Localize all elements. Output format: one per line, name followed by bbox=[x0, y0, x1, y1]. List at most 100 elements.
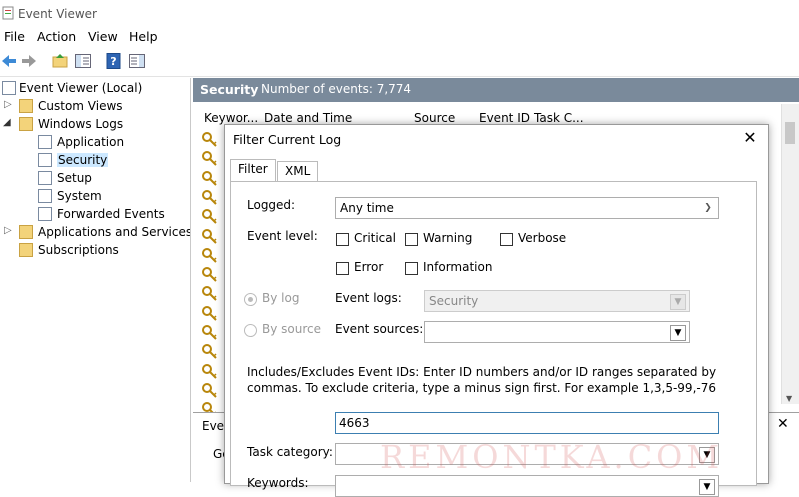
audit-success-key-icon bbox=[201, 247, 221, 263]
column-event-id[interactable]: Event ID bbox=[479, 111, 530, 125]
logged-dropdown[interactable]: Any time ❯ bbox=[335, 197, 719, 219]
event-logs-dropdown[interactable]: Security ▼ bbox=[424, 290, 690, 312]
window-title: Event Viewer bbox=[18, 7, 97, 21]
verbose-label: Verbose bbox=[518, 231, 567, 245]
critical-label: Critical bbox=[354, 231, 396, 245]
watermark: REMONTKA.COM bbox=[380, 438, 724, 476]
menu-file[interactable]: File bbox=[4, 29, 25, 44]
help-icon[interactable]: ? bbox=[105, 52, 123, 70]
show-hide-tree-icon[interactable] bbox=[74, 52, 92, 70]
navigation-tree: Event Viewer (Local) ▷ Custom Views ◢ Wi… bbox=[0, 78, 191, 482]
tree-item-forwarded-events[interactable]: Forwarded Events bbox=[0, 206, 190, 224]
log-header: Security Number of events: 7,774 bbox=[193, 78, 799, 102]
tree-item-label: Windows Logs bbox=[38, 117, 124, 131]
column-task-category[interactable]: Task C... bbox=[534, 111, 584, 125]
tree-item-label: Forwarded Events bbox=[57, 207, 165, 221]
folder-icon bbox=[19, 117, 33, 131]
expand-chevron-icon[interactable]: ▷ bbox=[4, 99, 14, 110]
scrollbar-thumb[interactable] bbox=[785, 122, 795, 144]
menu-action[interactable]: Action bbox=[37, 29, 76, 44]
information-label: Information bbox=[423, 260, 493, 274]
tab-xml[interactable]: XML bbox=[277, 161, 319, 181]
audit-success-key-icon bbox=[201, 266, 221, 282]
verbose-checkbox[interactable] bbox=[500, 233, 513, 246]
dropdown-arrow-icon: ▼ bbox=[670, 294, 686, 310]
error-label: Error bbox=[354, 260, 384, 274]
tree-item-subscriptions[interactable]: Subscriptions bbox=[0, 242, 190, 260]
tree-item-label: Applications and Services Lo bbox=[38, 225, 190, 239]
audit-success-key-icon bbox=[201, 285, 221, 302]
event-sources-label: Event sources: bbox=[335, 322, 424, 336]
toolbar: ? bbox=[0, 48, 799, 77]
tree-item-event-viewer-local[interactable]: Event Viewer (Local) bbox=[0, 80, 190, 98]
event-ids-help-text: Includes/Excludes Event IDs: Enter ID nu… bbox=[247, 365, 717, 395]
show-hide-action-pane-icon[interactable] bbox=[128, 52, 146, 70]
tree-item-applications-and-services[interactable]: ▷ Applications and Services Lo bbox=[0, 224, 190, 242]
tree-item-application[interactable]: Application bbox=[0, 134, 190, 152]
up-folder-icon[interactable] bbox=[51, 52, 69, 70]
tab-filter[interactable]: Filter bbox=[230, 159, 276, 181]
event-count: Number of events: 7,774 bbox=[261, 82, 412, 96]
warning-label: Warning bbox=[423, 231, 473, 245]
tree-item-setup[interactable]: Setup bbox=[0, 170, 190, 188]
error-checkbox[interactable] bbox=[336, 262, 349, 275]
back-arrow-icon[interactable] bbox=[0, 52, 18, 70]
tree-item-label: Event Viewer (Local) bbox=[19, 81, 143, 95]
event-id-value: 4663 bbox=[339, 416, 370, 430]
log-icon bbox=[38, 207, 52, 221]
by-source-radio[interactable] bbox=[244, 324, 257, 337]
tree-item-custom-views[interactable]: ▷ Custom Views bbox=[0, 98, 190, 116]
expand-chevron-icon[interactable]: ▷ bbox=[4, 225, 14, 236]
keywords-dropdown[interactable]: ▼ bbox=[335, 475, 719, 497]
audit-success-key-icon bbox=[201, 228, 221, 244]
column-keywords[interactable]: Keywor... bbox=[204, 111, 258, 125]
event-level-label: Event level: bbox=[247, 229, 318, 243]
chevron-down-icon: ❯ bbox=[704, 203, 712, 213]
log-name: Security bbox=[200, 82, 259, 97]
log-icon bbox=[38, 171, 52, 185]
log-icon bbox=[38, 189, 52, 203]
tree-item-security[interactable]: Security bbox=[0, 152, 190, 170]
dialog-title: Filter Current Log bbox=[233, 132, 342, 147]
close-icon[interactable]: ✕ bbox=[740, 128, 760, 147]
tree-item-label: Application bbox=[57, 135, 125, 149]
audit-success-key-icon bbox=[201, 305, 221, 321]
folder-icon bbox=[19, 225, 33, 239]
tree-item-label: Custom Views bbox=[38, 99, 123, 113]
tree-item-label: System bbox=[57, 189, 102, 203]
column-date-and-time[interactable]: Date and Time bbox=[264, 111, 352, 125]
event-sources-dropdown[interactable]: ▼ bbox=[424, 321, 690, 343]
scroll-down-icon[interactable]: ▼ bbox=[786, 394, 792, 403]
log-icon bbox=[38, 135, 52, 149]
close-detail-icon[interactable]: ✕ bbox=[777, 416, 789, 432]
tree-item-label: Setup bbox=[57, 171, 92, 185]
filter-current-log-dialog: Filter Current Log ✕ Filter XML Logged: … bbox=[224, 124, 769, 497]
by-log-label: By log bbox=[262, 291, 300, 305]
event-list-scrollbar[interactable]: ▼ bbox=[781, 104, 799, 404]
column-source[interactable]: Source bbox=[414, 111, 455, 125]
tree-item-system[interactable]: System bbox=[0, 188, 190, 206]
event-viewer-app-icon bbox=[2, 6, 14, 20]
audit-success-key-icon bbox=[201, 131, 221, 147]
collapse-chevron-icon[interactable]: ◢ bbox=[3, 117, 13, 128]
forward-arrow-icon[interactable] bbox=[20, 52, 38, 70]
critical-checkbox[interactable] bbox=[336, 233, 349, 246]
audit-success-key-icon bbox=[201, 324, 221, 340]
tree-item-windows-logs[interactable]: ◢ Windows Logs bbox=[0, 116, 190, 134]
warning-checkbox[interactable] bbox=[405, 233, 418, 246]
dropdown-arrow-icon: ▼ bbox=[670, 325, 686, 341]
by-log-radio[interactable] bbox=[244, 293, 257, 306]
security-log-icon bbox=[38, 153, 52, 167]
tree-item-label: Subscriptions bbox=[38, 243, 119, 257]
folder-icon bbox=[19, 99, 33, 113]
task-category-label: Task category: bbox=[247, 445, 333, 459]
event-logs-label: Event logs: bbox=[335, 291, 402, 305]
menu-help[interactable]: Help bbox=[129, 29, 158, 44]
svg-text:?: ? bbox=[110, 55, 116, 68]
logged-value: Any time bbox=[340, 201, 394, 215]
menu-view[interactable]: View bbox=[88, 29, 118, 44]
subscriptions-icon bbox=[19, 243, 33, 257]
information-checkbox[interactable] bbox=[405, 262, 418, 275]
by-source-label: By source bbox=[262, 322, 321, 336]
event-id-input[interactable]: 4663 bbox=[335, 412, 719, 434]
